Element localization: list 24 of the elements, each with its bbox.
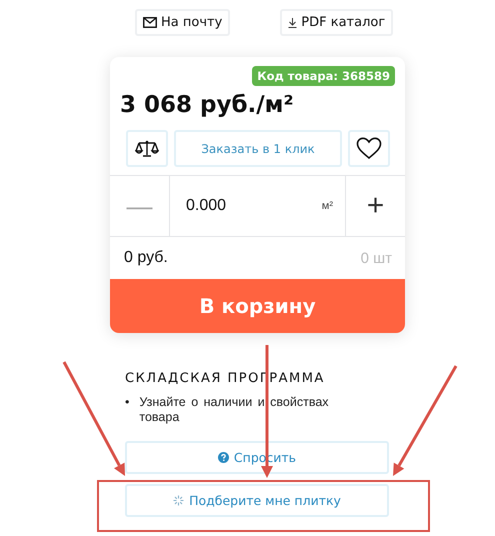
unit-label: м² <box>322 200 333 212</box>
decrease-button[interactable]: — <box>110 176 170 236</box>
add-to-cart-button[interactable]: В корзину <box>110 279 405 333</box>
product-code-badge: Код товара: 368589 <box>252 66 395 86</box>
favorite-button[interactable] <box>348 130 390 167</box>
scales-icon <box>135 140 159 158</box>
increase-button[interactable]: + <box>345 176 405 236</box>
bullet-marker: • <box>125 395 130 411</box>
pick-tile-button[interactable]: Подберите мне плитку <box>125 484 389 517</box>
total-price: 0 руб. <box>124 249 168 267</box>
compare-button[interactable] <box>126 130 168 167</box>
pieces-count: 0 шт <box>360 250 392 266</box>
help-icon <box>218 452 229 463</box>
sparkle-icon <box>173 495 184 506</box>
quantity-value: 0.000 <box>186 197 226 215</box>
email-button[interactable]: На почту <box>135 9 230 36</box>
download-icon <box>288 18 298 28</box>
bullet-text: Узнайте о наличии и свойствах товара <box>139 395 330 425</box>
quantity-field[interactable]: 0.000 м² <box>170 176 345 236</box>
download-button[interactable]: PDF каталог <box>280 9 394 36</box>
price: 3 068 руб./м² <box>119 91 295 120</box>
envelope-icon <box>143 17 157 28</box>
one-click-order-button[interactable]: Заказать в 1 клик <box>174 130 342 167</box>
heart-icon <box>356 137 382 160</box>
